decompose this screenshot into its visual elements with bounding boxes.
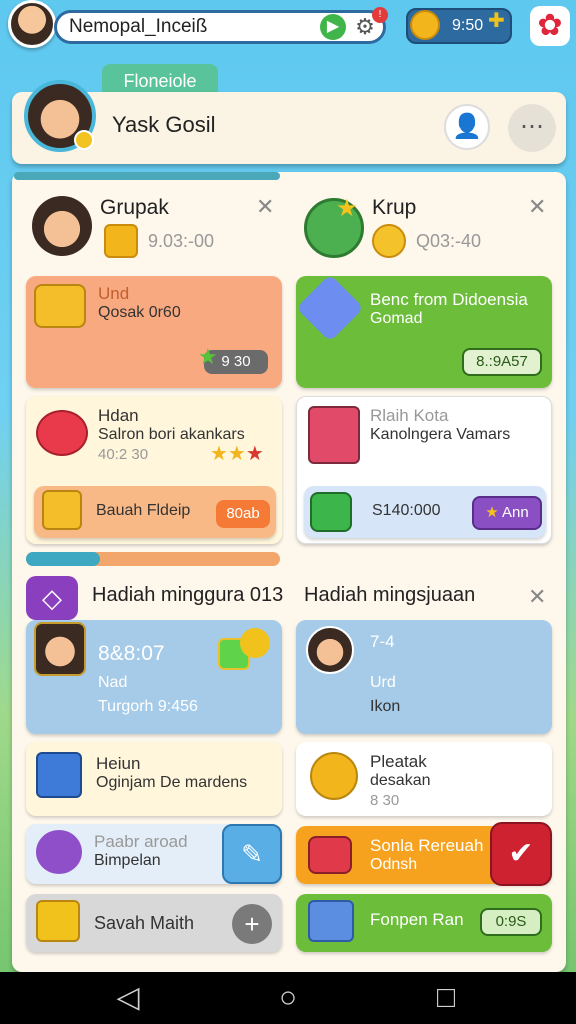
cheese-icon <box>36 900 80 942</box>
action-button-label: Ann <box>502 504 529 521</box>
gift-title: Rlaih Kota <box>370 406 449 425</box>
box-icon <box>42 490 82 530</box>
reward-title: Paabr aroad <box>94 832 188 851</box>
reward-subtitle: Odnsh <box>370 856 418 873</box>
reward-title: Savah Maith <box>94 913 195 933</box>
coin-icon <box>240 628 270 658</box>
section-title: Krup <box>372 196 417 219</box>
weekly-line2: Urd <box>370 674 396 691</box>
reward-title: Sonla Rereuah <box>370 836 484 855</box>
grapes-icon <box>36 830 82 874</box>
section-amount: 9.03:-00 <box>148 231 215 251</box>
promo-subtitle: Qosak 0r60 <box>98 304 181 321</box>
coin-amount: 9:50 <box>452 17 484 34</box>
wallet-icon <box>310 492 352 532</box>
candy-icon <box>36 410 88 456</box>
settings-button[interactable]: ✿ <box>530 6 570 46</box>
reward-subtitle: desakan <box>370 772 431 789</box>
divider-progress <box>26 552 100 566</box>
promo-title: Und <box>98 284 130 303</box>
star-rating: ★★★ <box>210 443 264 465</box>
promo-price-label: 8.:9A57 <box>476 353 528 370</box>
close-icon[interactable]: ✕ <box>528 584 546 610</box>
reward-title: Pleatak <box>370 752 427 771</box>
reward-subtitle: Oginjam De mardens <box>96 774 248 791</box>
coin-icon <box>410 10 440 40</box>
ticket-icon <box>36 752 82 798</box>
star-icon: ★ <box>485 504 499 521</box>
gift-meta: 40:2 30 <box>98 446 149 463</box>
diamond-icon: ◇ <box>26 576 78 620</box>
section-amount: Q03:-40 <box>416 231 482 251</box>
verified-icon <box>74 130 94 150</box>
reward-subtitle: Bimpelan <box>94 852 161 869</box>
gift-subtitle: Kanolngera Vamars <box>370 426 511 443</box>
progress-bar <box>14 172 280 180</box>
plus-icon[interactable]: + <box>232 904 272 944</box>
go-icon[interactable]: ▶ <box>320 14 346 40</box>
gift-title: Hdan <box>98 406 139 425</box>
recents-icon[interactable]: □ <box>416 972 476 1024</box>
action-button-label: 80ab <box>226 505 260 522</box>
profile-name: Yask Gosil <box>112 112 216 137</box>
action-button[interactable]: 80ab <box>216 500 270 528</box>
action-button[interactable]: ★ Ann <box>472 496 542 530</box>
user-icon[interactable]: 👤 <box>444 104 490 150</box>
player-avatar[interactable] <box>8 0 56 48</box>
weekly-line1: 7-4 <box>370 632 395 651</box>
close-icon[interactable]: ✕ <box>256 194 274 220</box>
notification-badge: ! <box>372 7 388 23</box>
star-icon: ★ <box>198 344 218 369</box>
promo-title: Benc from Didoensia <box>370 290 528 309</box>
chest-icon <box>104 224 138 258</box>
weekly-line1: Nad <box>98 674 128 691</box>
weekly-title: Hadiah mingsjuaan <box>304 584 476 606</box>
coin-icon <box>372 224 406 258</box>
bear-icon <box>310 752 358 800</box>
player-name: Nemopal_Inceiß <box>69 16 208 37</box>
reward-title: Heiun <box>96 754 141 773</box>
weekly-line3: Ikon <box>370 698 401 715</box>
reward-value-label: 0:9S <box>495 913 527 930</box>
weekly-title: Hadiah minggura 013 <box>92 584 284 606</box>
character-avatar <box>306 626 354 674</box>
shop-icon <box>308 406 360 464</box>
section-avatar <box>32 196 92 256</box>
character-avatar <box>34 622 86 676</box>
close-icon[interactable]: ✕ <box>528 194 546 220</box>
weekly-line2: Turgorh 9:456 <box>98 698 198 715</box>
weekly-timer: 8&8:07 <box>98 642 165 665</box>
treasure-icon <box>34 284 86 328</box>
promo-price-label: 9 30 <box>221 353 251 370</box>
plus-icon[interactable]: ✚ <box>488 10 510 32</box>
back-icon[interactable]: ◁ <box>98 972 158 1024</box>
edit-icon[interactable]: ✎ <box>222 824 282 884</box>
action-label: S140:000 <box>372 502 441 519</box>
section-title: Grupak <box>100 196 169 219</box>
check-icon[interactable]: ✔ <box>490 822 552 886</box>
options-icon[interactable]: ⋯ <box>508 104 556 152</box>
reward-value[interactable]: 0:9S <box>480 908 542 936</box>
promo-subtitle: Gomad <box>370 310 423 327</box>
promo-price[interactable]: 8.:9A57 <box>462 348 542 376</box>
photo-icon <box>308 900 354 942</box>
star-icon: ★ <box>336 195 358 222</box>
reward-title: Fonpen Ran <box>370 910 464 929</box>
action-label: Bauah Fldeip <box>96 502 191 519</box>
home-icon[interactable]: ○ <box>258 972 318 1024</box>
reward-meta: 8 30 <box>370 792 400 809</box>
food-icon <box>308 836 352 874</box>
